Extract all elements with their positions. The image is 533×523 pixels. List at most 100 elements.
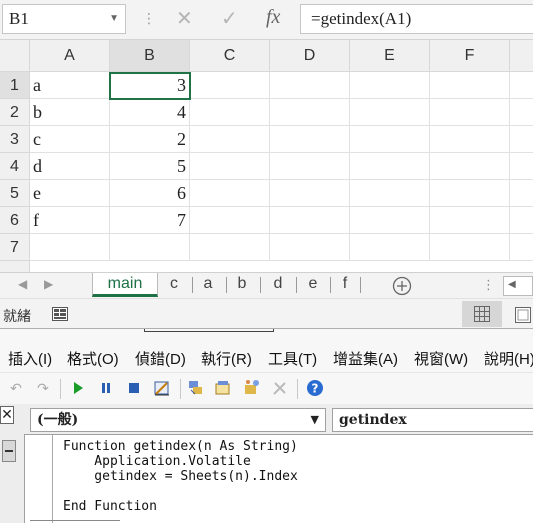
row-header[interactable]: 4 [0,153,30,180]
cell[interactable] [270,72,350,99]
cell[interactable] [430,180,510,207]
cell[interactable] [350,126,430,153]
cell[interactable] [430,99,510,126]
menu-tools[interactable]: 工具(T) [268,348,317,369]
sheet-tab-a[interactable]: a [196,273,220,297]
split-handle[interactable] [2,440,16,462]
row-header[interactable]: 1 [0,72,30,99]
cell[interactable] [350,72,430,99]
menu-format[interactable]: 格式(O) [67,348,119,369]
cell[interactable] [350,234,430,261]
toolbox-icon[interactable] [270,378,290,398]
cell[interactable] [430,234,510,261]
stop-icon[interactable] [124,378,144,398]
procedure-combo[interactable]: getindex [332,408,533,432]
row-header[interactable]: 6 [0,207,30,234]
sheet-tab-main[interactable]: main [92,273,158,297]
cell[interactable] [190,207,270,234]
cell[interactable] [270,234,350,261]
cell[interactable] [190,234,270,261]
cell[interactable]: 3 [110,72,190,99]
cell[interactable]: 5 [110,153,190,180]
page-layout-view-icon[interactable] [515,307,531,323]
column-header-b[interactable]: B [110,40,190,72]
cell[interactable] [430,153,510,180]
cell[interactable] [350,99,430,126]
sheet-tab-f[interactable]: f [334,273,356,297]
object-combo[interactable]: (一般) ▼ [30,408,326,432]
scroll-left-icon[interactable]: ◀ [18,277,27,291]
cell[interactable] [270,180,350,207]
cell[interactable] [430,207,510,234]
column-header-g[interactable] [510,40,533,72]
select-all-corner[interactable] [0,40,30,72]
code-editor[interactable]: Function getindex(n As String) Applicati… [24,434,533,523]
add-sheet-icon[interactable] [392,276,412,296]
scroll-left-icon[interactable]: ◀ [508,279,516,290]
help-icon[interactable]: ? [305,378,325,398]
cell[interactable] [350,180,430,207]
column-header-a[interactable]: A [30,40,110,72]
scroll-right-icon[interactable]: ▶ [44,277,53,291]
cell[interactable]: b [30,99,110,126]
cell[interactable] [350,153,430,180]
cell[interactable]: e [30,180,110,207]
cell[interactable] [190,99,270,126]
name-box[interactable]: B1 ▼ [2,4,126,34]
cancel-icon[interactable]: ✕ [176,6,193,31]
sheet-tab-c[interactable]: c [162,273,186,297]
pause-icon[interactable] [96,378,116,398]
run-icon[interactable] [68,378,88,398]
menu-run[interactable]: 執行(R) [201,348,252,369]
cell[interactable] [270,126,350,153]
normal-view-button[interactable] [462,301,502,327]
column-header-f[interactable]: F [430,40,510,72]
cell[interactable] [110,234,190,261]
cell[interactable]: d [30,153,110,180]
row-header[interactable]: 7 [0,234,30,261]
column-header-e[interactable]: E [350,40,430,72]
cell[interactable] [350,207,430,234]
undo-icon[interactable]: ↶ [6,378,26,398]
design-mode-icon[interactable] [152,378,172,398]
insert-function-button[interactable]: fx [266,6,280,29]
menu-window[interactable]: 視窗(W) [414,348,468,369]
row-header[interactable]: 5 [0,180,30,207]
sheet-tab-b[interactable]: b [230,273,254,297]
cell[interactable]: f [30,207,110,234]
cell[interactable] [190,153,270,180]
cell[interactable] [430,126,510,153]
macro-record-icon[interactable] [52,307,68,321]
cell[interactable] [190,72,270,99]
cell[interactable] [510,180,533,207]
cell[interactable]: c [30,126,110,153]
cell[interactable]: 7 [110,207,190,234]
drag-handle-icon[interactable]: ⋮ [482,277,495,293]
chevron-down-icon[interactable]: ▼ [109,5,119,33]
row-header[interactable]: 3 [0,126,30,153]
cell[interactable] [190,126,270,153]
object-browser-icon[interactable] [242,378,262,398]
project-explorer-icon[interactable] [186,378,206,398]
cell[interactable]: a [30,72,110,99]
column-header-c[interactable]: C [190,40,270,72]
menu-insert[interactable]: 插入(I) [8,348,52,369]
cell[interactable]: 2 [110,126,190,153]
column-header-d[interactable]: D [270,40,350,72]
cell[interactable] [270,207,350,234]
sheet-tab-d[interactable]: d [264,273,292,297]
row-header[interactable] [0,261,30,272]
cell[interactable] [510,207,533,234]
cell[interactable]: 6 [110,180,190,207]
menu-help[interactable]: 說明(H) [484,348,533,369]
horizontal-scrollbar[interactable]: ◀ [503,276,533,296]
cell[interactable] [510,126,533,153]
cell[interactable] [510,99,533,126]
row-header[interactable]: 2 [0,99,30,126]
formula-input[interactable]: =getindex(A1) [300,4,533,34]
redo-icon[interactable]: ↷ [33,378,53,398]
cell[interactable]: 4 [110,99,190,126]
cell[interactable] [270,153,350,180]
chevron-down-icon[interactable]: ▼ [311,409,319,431]
cell[interactable] [510,153,533,180]
